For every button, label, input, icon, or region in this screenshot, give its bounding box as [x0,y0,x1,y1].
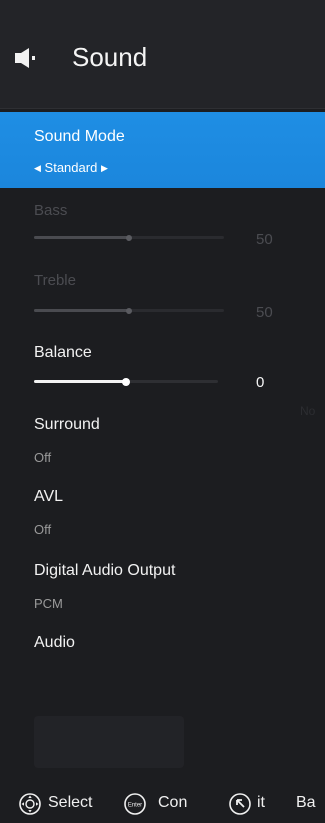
balance-slider-knob[interactable] [122,377,130,386]
right-arrow-icon[interactable]: ▶ [101,163,108,174]
bass-label: Bass [34,202,68,219]
bass-value: 50 [256,231,273,248]
avl-label: AVL [34,488,64,505]
menu-item-digital-audio-output[interactable]: Digital Audio Output PCM [0,552,325,622]
menu-item-audio[interactable]: Audio [0,626,325,666]
menu-header: Sound [0,0,325,109]
exit-button-icon [229,793,251,815]
dpad-icon [19,793,41,815]
menu-item-surround[interactable]: Surround Off [0,408,325,470]
confirm-hint-label: Con [158,794,188,811]
menu-item-balance[interactable]: Balance 0 [0,338,325,400]
menu-item-treble[interactable]: Treble 50 [0,268,325,328]
enter-icon-text: Enter [128,803,142,809]
treble-label: Treble [34,272,76,289]
bass-slider[interactable] [34,234,224,241]
treble-slider-fill [34,309,129,312]
speaker-icon [15,48,35,68]
sound-mode-selector[interactable]: ◀ Standard ▶ [34,160,108,175]
balance-slider[interactable] [34,377,218,386]
audio-label: Audio [34,634,75,651]
back-hint-label: Ba [296,794,316,811]
avl-value: Off [34,522,52,537]
balance-value: 0 [256,374,265,391]
menu-item-avl[interactable]: AVL Off [0,480,325,542]
sound-mode-value: Standard [44,160,98,175]
balance-label: Balance [34,344,92,361]
left-arrow-icon[interactable]: ◀ [34,163,41,174]
surround-value: Off [34,450,52,465]
treble-slider-knob[interactable] [126,307,132,314]
balance-slider-fill [34,380,126,383]
digital-audio-output-value: PCM [34,596,63,611]
page-title: Sound [72,42,148,72]
menu-item-sound-mode[interactable]: Sound Mode ◀ Standard ▶ [0,112,325,188]
treble-slider[interactable] [34,307,224,314]
key-hint-bar: Select Enter Con it Ba [0,786,325,823]
bass-slider-fill [34,236,129,239]
sound-mode-label: Sound Mode [34,128,125,145]
surround-label: Surround [34,416,100,433]
enter-button-icon: Enter [124,793,146,815]
select-hint-label: Select [48,794,93,811]
exit-hint-label: it [257,794,265,811]
digital-audio-output-label: Digital Audio Output [34,562,176,579]
background-panel [34,716,184,768]
bass-slider-knob[interactable] [126,234,132,241]
treble-value: 50 [256,304,273,321]
menu-item-bass[interactable]: Bass 50 [0,196,325,256]
